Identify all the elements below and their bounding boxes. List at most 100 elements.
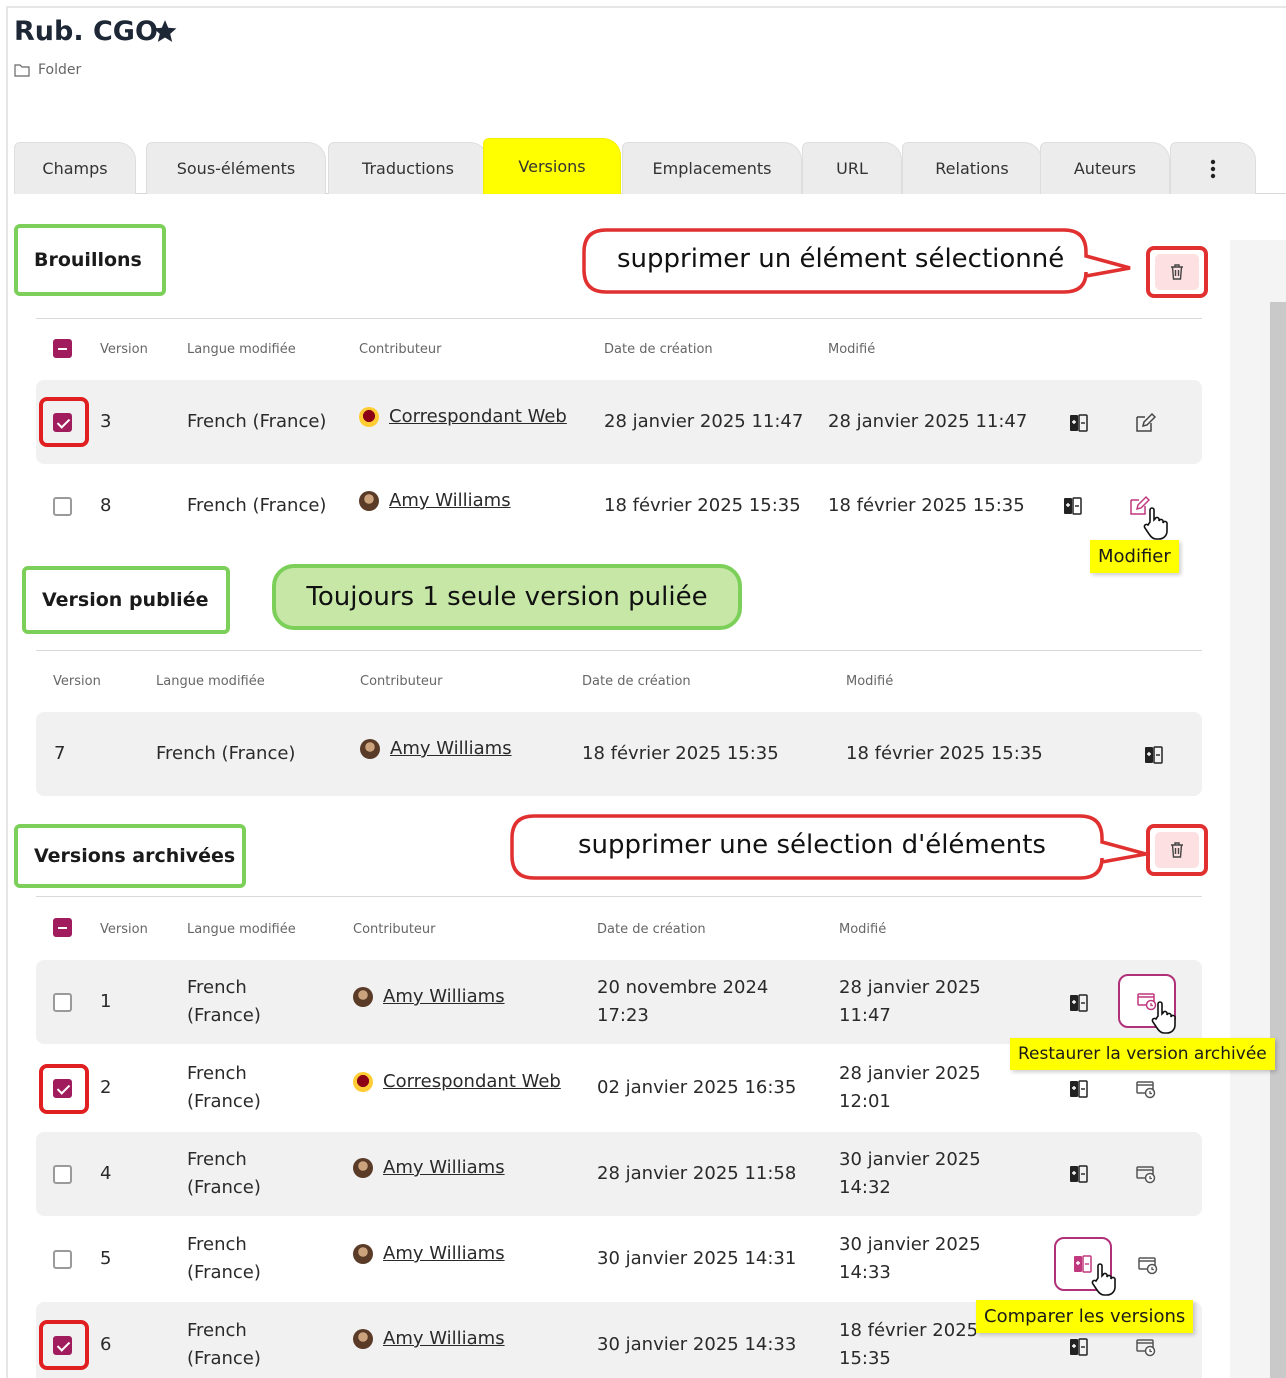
compare-icon[interactable] — [1068, 992, 1090, 1014]
published-heading: Version publiée — [22, 566, 230, 634]
contributor[interactable]: Amy Williams — [360, 738, 512, 759]
contributor[interactable]: Amy Williams — [353, 1243, 505, 1264]
delete-archived-button[interactable] — [1146, 824, 1208, 876]
compare-icon[interactable] — [1143, 744, 1165, 766]
tab-relations[interactable]: Relations — [902, 142, 1042, 194]
modified-date: 28 janvier 2025 — [839, 977, 981, 998]
tab-label: Versions — [518, 157, 586, 176]
tab-versions[interactable]: Versions — [483, 138, 621, 194]
version-number: 3 — [100, 411, 112, 432]
restore-icon[interactable] — [1137, 1254, 1159, 1276]
restore-icon[interactable] — [1135, 1163, 1157, 1185]
modified-time: 15:35 — [839, 1348, 891, 1369]
contributor-link[interactable]: Amy Williams — [383, 1243, 505, 1264]
modified-time: 14:32 — [839, 1177, 891, 1198]
language: French — [187, 1234, 247, 1255]
avatar — [360, 738, 380, 759]
restore-icon[interactable] — [1135, 1078, 1157, 1100]
modified-time: 14:33 — [839, 1262, 891, 1283]
language-region: (France) — [187, 1177, 261, 1198]
delete-one-label: supprimer un élément sélectionné — [617, 244, 1065, 274]
item-type-label: Folder — [38, 62, 82, 78]
trash-icon — [1171, 842, 1183, 858]
item-type: Folder — [14, 62, 81, 78]
avatar — [353, 1157, 373, 1178]
one-published-note: Toujours 1 seule version puliée — [272, 564, 742, 630]
modified-date: 28 janvier 2025 11:47 — [828, 411, 1028, 432]
tab-more[interactable] — [1170, 142, 1256, 194]
col-contributor: Contributeur — [353, 922, 436, 937]
contributor[interactable]: Amy Williams — [353, 1328, 505, 1349]
tab-url[interactable]: URL — [802, 142, 902, 194]
modified-date: 28 janvier 2025 — [839, 1063, 981, 1084]
modified-date: 18 février 2025 15:35 — [828, 495, 1025, 516]
restore-icon[interactable] — [1135, 1336, 1157, 1358]
compare-icon[interactable] — [1062, 495, 1084, 517]
created-date: 18 février 2025 15:35 — [582, 743, 779, 764]
restore-tooltip: Restaurer la version archivée — [1010, 1038, 1275, 1070]
created-date: 20 novembre 2024 — [597, 977, 769, 998]
tab-label: Relations — [935, 159, 1009, 178]
trash-icon — [1171, 264, 1183, 280]
col-version: Version — [100, 922, 148, 937]
scrollbar[interactable] — [1230, 240, 1286, 1378]
language-region: (France) — [187, 1091, 261, 1112]
row-checkbox[interactable] — [53, 993, 72, 1012]
modified-time: 11:47 — [839, 1005, 891, 1026]
language: French (France) — [156, 743, 296, 764]
contributor-link[interactable]: Amy Williams — [389, 490, 511, 511]
tab-label: Champs — [42, 159, 108, 178]
version-number: 8 — [100, 495, 112, 516]
contributor-link[interactable]: Amy Williams — [383, 1157, 505, 1178]
star-icon[interactable] — [152, 18, 178, 44]
tab-traductions[interactable]: Traductions — [328, 142, 488, 194]
tab-label: Emplacements — [652, 159, 772, 178]
tab-emplacements[interactable]: Emplacements — [622, 142, 802, 194]
row-checkbox[interactable] — [53, 1165, 72, 1184]
delete-draft-button[interactable] — [1146, 246, 1208, 298]
avatar — [353, 1328, 373, 1349]
row-checkbox[interactable] — [53, 497, 72, 516]
selection-highlight — [39, 397, 89, 447]
contributor-link[interactable]: Amy Williams — [383, 1328, 505, 1349]
col-modified: Modifié — [846, 674, 894, 689]
row-checkbox[interactable] — [53, 1250, 72, 1269]
compare-icon[interactable] — [1068, 1336, 1090, 1358]
language: French (France) — [187, 495, 327, 516]
col-contributor: Contributeur — [360, 674, 443, 689]
contributor[interactable]: Amy Williams — [359, 490, 511, 511]
version-number: 4 — [100, 1163, 112, 1184]
compare-icon[interactable] — [1068, 1078, 1090, 1100]
select-all-archived-checkbox[interactable] — [53, 918, 72, 937]
contributor-link[interactable]: Amy Williams — [383, 986, 505, 1007]
version-number: 2 — [100, 1077, 112, 1098]
selection-highlight — [39, 1064, 89, 1114]
contributor[interactable]: Amy Williams — [353, 986, 505, 1007]
compare-icon[interactable] — [1068, 1163, 1090, 1185]
contributor[interactable]: Amy Williams — [353, 1157, 505, 1178]
contributor-link[interactable]: Correspondant Web — [389, 406, 567, 427]
compare-icon[interactable] — [1068, 412, 1090, 434]
select-all-drafts-checkbox[interactable] — [53, 339, 72, 358]
tab-label: Sous-éléments — [176, 159, 296, 178]
avatar — [359, 490, 379, 511]
tab-auteurs[interactable]: Auteurs — [1040, 142, 1170, 194]
edit-icon[interactable] — [1134, 412, 1157, 434]
col-created: Date de création — [604, 342, 713, 357]
divider — [36, 318, 1202, 319]
tab-champs[interactable]: Champs — [14, 142, 136, 194]
contributor[interactable]: Correspondant Web — [359, 406, 567, 427]
drafts-heading: Brouillons — [14, 224, 166, 296]
contributor[interactable]: Correspondant Web — [353, 1071, 561, 1092]
avatar — [353, 986, 373, 1007]
selection-highlight — [39, 1320, 89, 1370]
edit-tooltip: Modifier — [1090, 540, 1179, 573]
avatar — [353, 1243, 373, 1264]
tab-label: URL — [836, 159, 868, 178]
contributor-link[interactable]: Correspondant Web — [383, 1071, 561, 1092]
scrollbar-thumb[interactable] — [1270, 302, 1286, 1378]
tab-sous-elements[interactable]: Sous-éléments — [146, 142, 326, 194]
contributor-link[interactable]: Amy Williams — [390, 738, 512, 759]
created-date: 28 janvier 2025 11:47 — [604, 411, 804, 432]
tab-bar: Champs Sous-éléments Traductions Version… — [14, 138, 1286, 194]
